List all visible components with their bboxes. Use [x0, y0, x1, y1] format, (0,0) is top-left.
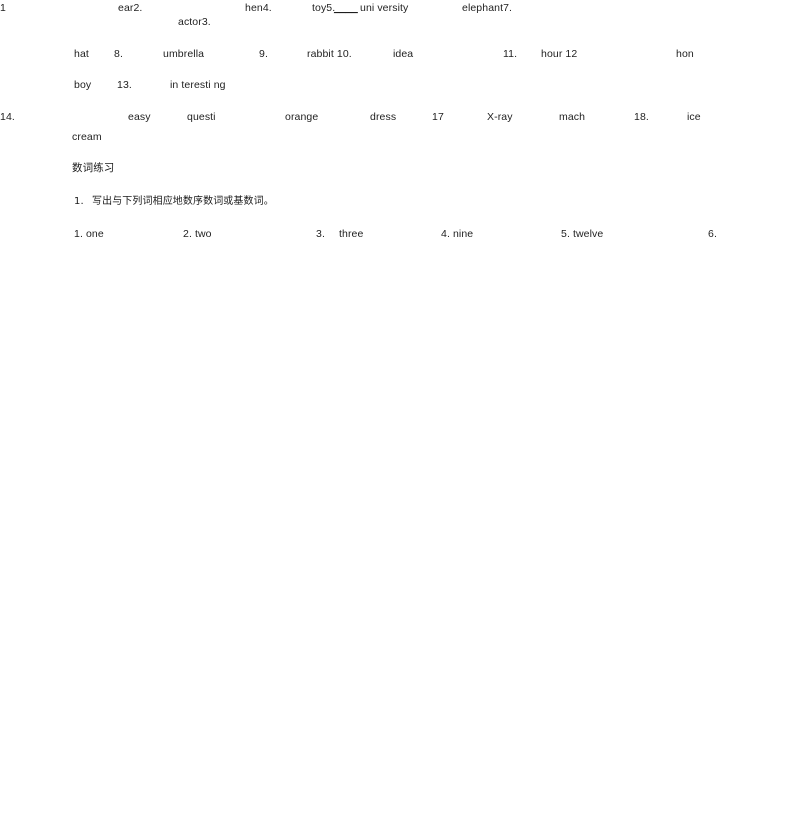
word-fragment: 14. [0, 111, 15, 123]
section-heading: 数词练习 [72, 162, 115, 174]
exercise-item: 2. two [183, 228, 212, 240]
word-fragment: 1 [0, 2, 6, 14]
word-fragment: 11. [503, 48, 518, 60]
word-fragment: ice [687, 111, 701, 123]
word-fragment: X-ray [487, 111, 513, 123]
word-fragment: mach [559, 111, 586, 123]
exercise-item: three [339, 228, 364, 240]
word-fragment: ear2. [118, 2, 143, 14]
word-fragment: umbrella [163, 48, 205, 60]
word-fragment: orange [285, 111, 319, 123]
word-fragment: easy [128, 111, 151, 123]
word-fragment: questi [187, 111, 216, 123]
word-fragment: cream [72, 131, 102, 143]
word-fragment: 8. [114, 48, 123, 60]
word-fragment: idea [393, 48, 414, 60]
word-fragment: hon [676, 48, 694, 60]
word-fragment: hat [74, 48, 89, 60]
instruction-number: 1. [74, 196, 84, 207]
word-fragment: toy5. [312, 2, 336, 14]
word-fragment: 17 [432, 111, 444, 123]
word-fragment: in teresti ng [170, 79, 226, 91]
word-fragment: hen4. [245, 2, 272, 14]
document-page: 1 ear2. hen4. toy5. ____ uni versity ele… [0, 0, 800, 824]
word-fragment: elephant7. [462, 2, 513, 14]
exercise-item: 4. nine [441, 228, 474, 240]
exercise-item: 1. one [74, 228, 104, 240]
word-fragment: 9. [259, 48, 268, 60]
instruction-text: 写出与下列词相应地数序数词或基数词。 [92, 196, 274, 207]
word-fragment: boy [74, 79, 92, 91]
exercise-item: 3. [316, 228, 325, 240]
word-fragment: hour 12 [541, 48, 578, 60]
exercise-item: 6. [708, 228, 717, 240]
word-fragment: actor3. [178, 16, 211, 28]
answer-blank: ____ [334, 2, 358, 14]
word-fragment: 18. [634, 111, 649, 123]
word-fragment: rabbit 10. [307, 48, 352, 60]
word-fragment: dress [370, 111, 397, 123]
word-fragment: uni versity [360, 2, 409, 14]
exercise-item: 5. twelve [561, 228, 604, 240]
word-fragment: 13. [117, 79, 132, 91]
